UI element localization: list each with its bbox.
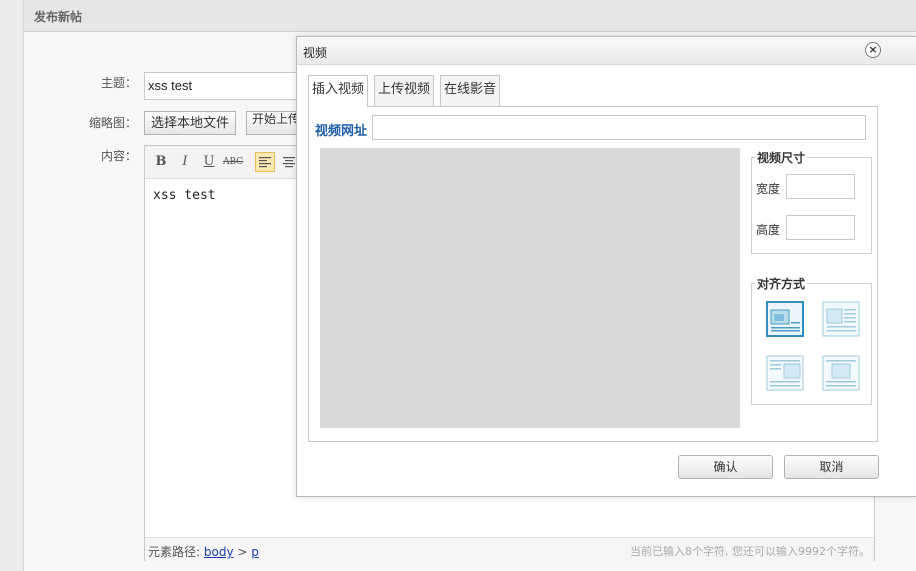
element-path: 元素路径: body > p <box>148 543 259 560</box>
align-left-button[interactable] <box>255 152 275 172</box>
confirm-button[interactable]: 确认 <box>678 455 773 479</box>
width-label: 宽度 <box>756 182 781 196</box>
char-count: 当前已输入8个字符, 您还可以输入9992个字符。 <box>630 545 870 558</box>
italic-button[interactable]: I <box>175 152 195 172</box>
video-preview <box>320 148 740 428</box>
align-left-icon <box>259 156 271 167</box>
video-size-group: 视频尺寸 宽度 高度 <box>751 149 872 254</box>
bold-button[interactable]: B <box>151 152 171 172</box>
editor-status-bar: 元素路径: body > p 当前已输入8个字符, 您还可以输入9992个字符。 <box>145 537 874 561</box>
dialog-title: 视频 <box>303 46 328 60</box>
tab-online-media[interactable]: 在线影音 <box>440 75 500 106</box>
align-center-icon <box>283 156 295 167</box>
tab-insert-video[interactable]: 插入视频 <box>308 75 368 107</box>
video-dialog: 视频 × 插入视频 上传视频 在线影音 视频网址 视频尺寸 宽度 高度 对齐方式 <box>296 36 916 497</box>
align-none-icon[interactable] <box>766 301 804 337</box>
height-input[interactable] <box>786 215 855 240</box>
content-label: 内容： <box>100 149 137 163</box>
dialog-title-bar[interactable]: 视频 × <box>297 37 916 65</box>
align-center-float-icon[interactable] <box>822 355 860 391</box>
align-right-float-icon[interactable] <box>766 355 804 391</box>
subject-input[interactable]: xss test <box>144 72 314 100</box>
path-separator: > <box>237 545 248 559</box>
thumbnail-label: 缩略图： <box>88 116 137 130</box>
underline-button[interactable]: U <box>199 152 219 172</box>
choose-file-button[interactable]: 选择本地文件 <box>144 111 236 135</box>
insert-video-panel: 视频网址 视频尺寸 宽度 高度 对齐方式 <box>308 106 878 442</box>
panel-header: 发布新帖 <box>24 0 916 32</box>
page-title: 发布新帖 <box>34 10 83 24</box>
video-url-input[interactable] <box>372 115 866 140</box>
close-icon[interactable]: × <box>865 42 881 58</box>
width-input[interactable] <box>786 174 855 199</box>
left-margin <box>0 0 23 571</box>
subject-label: 主题： <box>100 76 137 90</box>
video-size-legend: 视频尺寸 <box>755 149 808 166</box>
cancel-button[interactable]: 取消 <box>784 455 879 479</box>
tab-upload-video[interactable]: 上传视频 <box>374 75 434 106</box>
path-body-link[interactable]: body <box>204 545 234 559</box>
height-label: 高度 <box>756 223 781 237</box>
strikethrough-button[interactable]: ABC <box>223 152 243 172</box>
element-path-label: 元素路径: <box>148 545 201 559</box>
editor-content[interactable]: xss test <box>153 188 216 203</box>
video-url-label: 视频网址 <box>315 124 368 139</box>
path-p-link[interactable]: p <box>251 545 259 559</box>
align-legend: 对齐方式 <box>755 275 808 292</box>
align-group: 对齐方式 <box>751 275 872 405</box>
align-left-float-icon[interactable] <box>822 301 860 337</box>
